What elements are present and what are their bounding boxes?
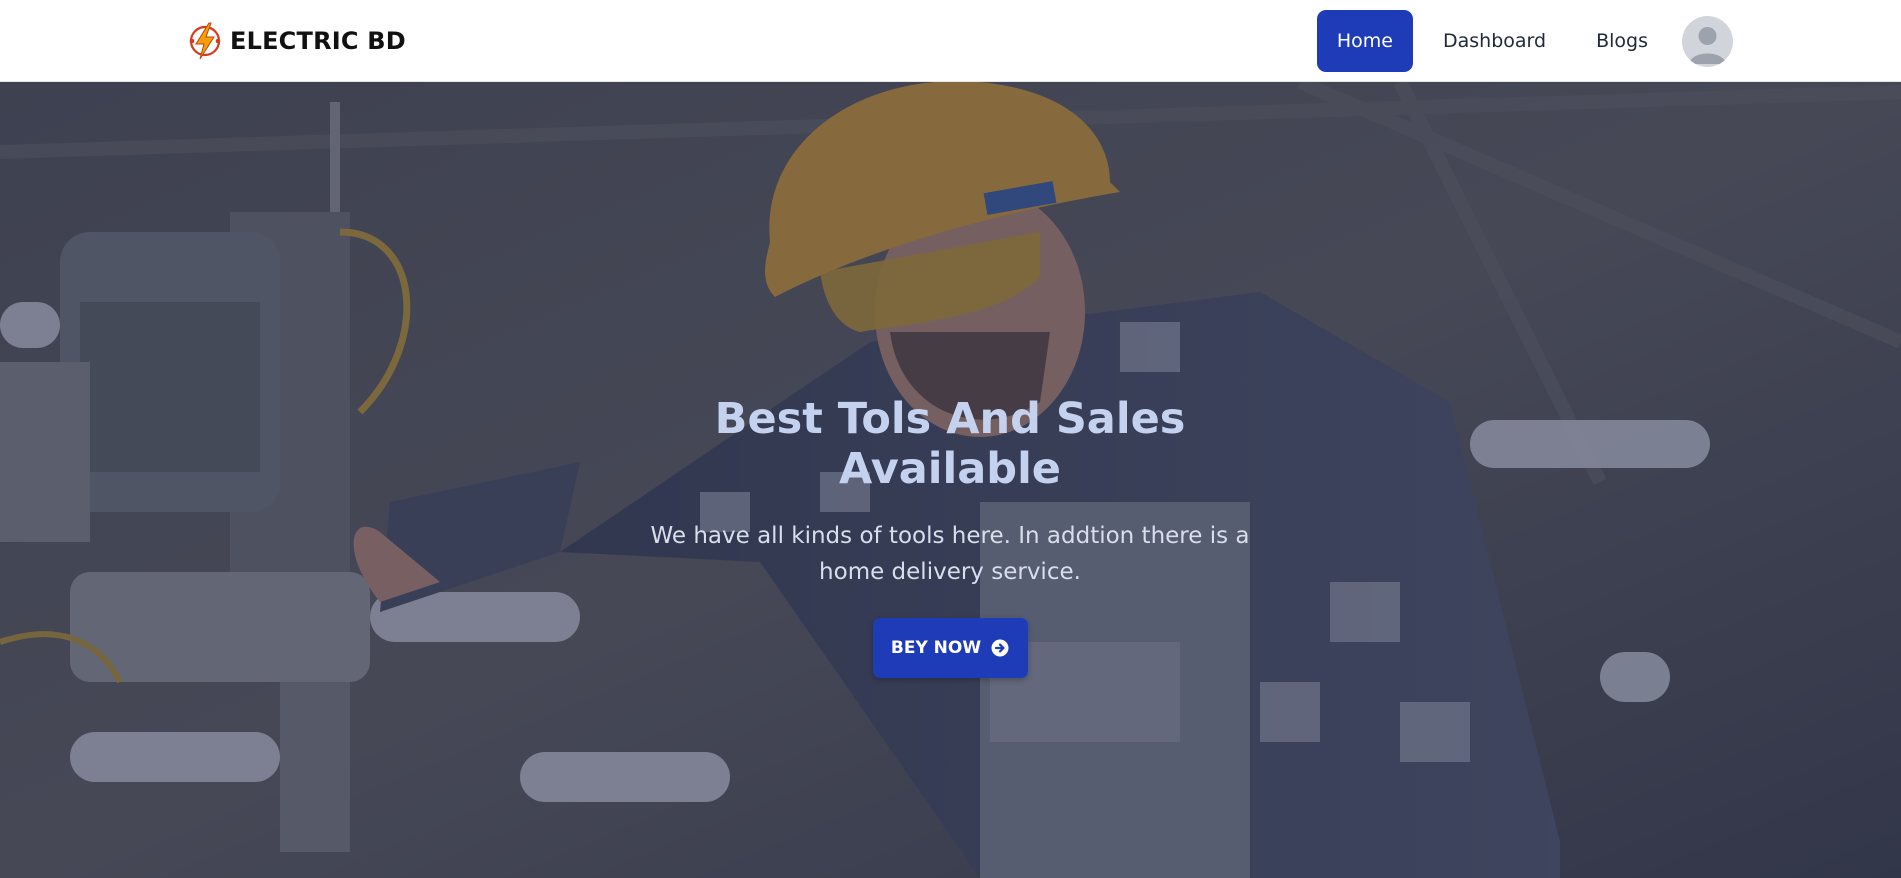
nav-blogs[interactable]: Blogs [1576, 10, 1668, 72]
user-avatar-icon[interactable] [1682, 15, 1733, 67]
brand-link[interactable]: ELECTRIC BD [186, 20, 406, 62]
buy-now-button[interactable]: BEY NOW [872, 618, 1028, 678]
hero-description: We have all kinds of tools here. In addt… [650, 523, 1250, 585]
hero-title: Best Tols And Sales Available [714, 394, 1186, 494]
hero-content: Best Tols And Sales Available We have al… [650, 394, 1250, 678]
hero-banner: Best Tols And Sales Available We have al… [0, 82, 1901, 878]
navbar: ELECTRIC BD Home Dashboard Blogs [0, 0, 1901, 82]
buy-now-label: BEY NOW [890, 638, 982, 658]
main-nav: Home Dashboard Blogs [1316, 10, 1733, 72]
nav-home[interactable]: Home [1316, 10, 1413, 72]
brand-name: ELECTRIC BD [230, 27, 406, 55]
avatar-silhouette [1689, 26, 1726, 64]
arrow-circle-right-icon [991, 639, 1009, 657]
lightning-bolt-icon [189, 22, 221, 60]
nav-dashboard[interactable]: Dashboard [1423, 10, 1566, 72]
